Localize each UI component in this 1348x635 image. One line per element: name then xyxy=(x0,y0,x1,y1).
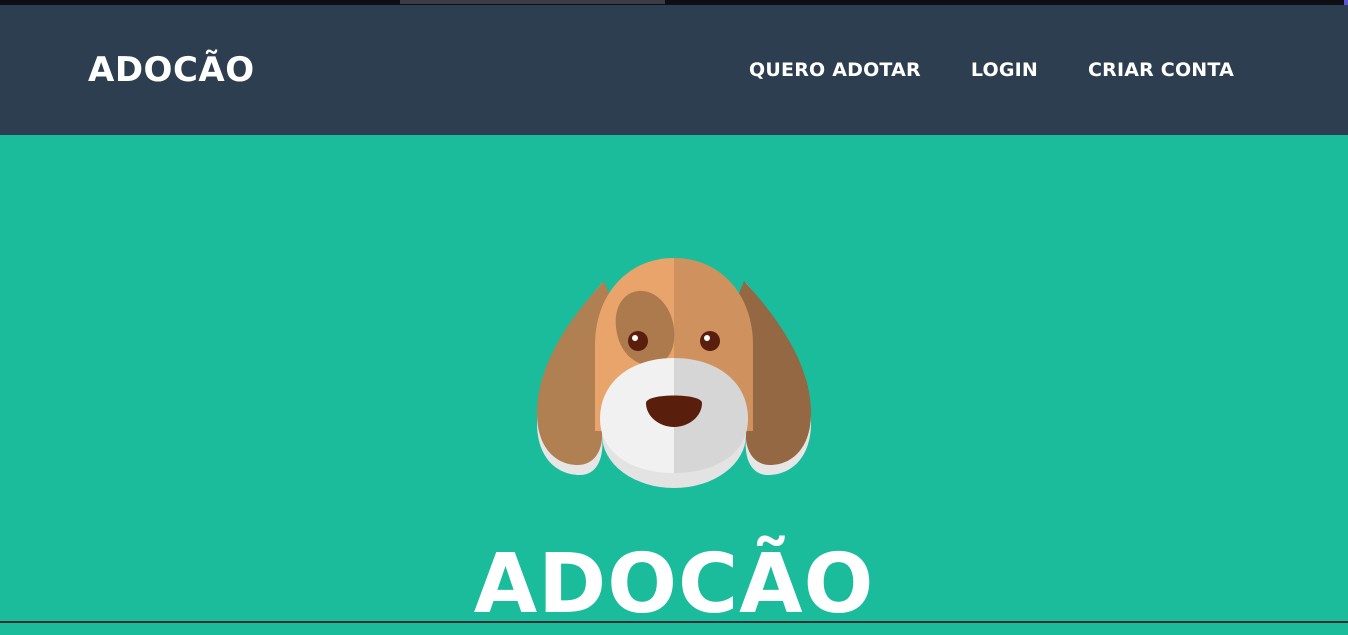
left-eye xyxy=(628,331,648,351)
right-eye xyxy=(700,331,720,351)
nav-link-criar-conta[interactable]: CRIAR CONTA xyxy=(1088,57,1234,83)
nav-link-login[interactable]: LOGIN xyxy=(971,57,1038,83)
dog-face-icon xyxy=(532,253,816,493)
hero-section: ADOCÃO xyxy=(0,135,1348,623)
nav-links: QUERO ADOTAR LOGIN CRIAR CONTA xyxy=(749,57,1234,83)
navbar: ADOCÃO QUERO ADOTAR LOGIN CRIAR CONTA xyxy=(0,5,1348,135)
top-strip-segment xyxy=(400,0,665,4)
right-eye-highlight xyxy=(704,335,710,341)
brand-logo-link[interactable]: ADOCÃO xyxy=(88,50,255,90)
nav-link-quero-adotar[interactable]: QUERO ADOTAR xyxy=(749,57,921,83)
hero-title: ADOCÃO xyxy=(0,535,1348,635)
left-eye-highlight xyxy=(632,335,638,341)
